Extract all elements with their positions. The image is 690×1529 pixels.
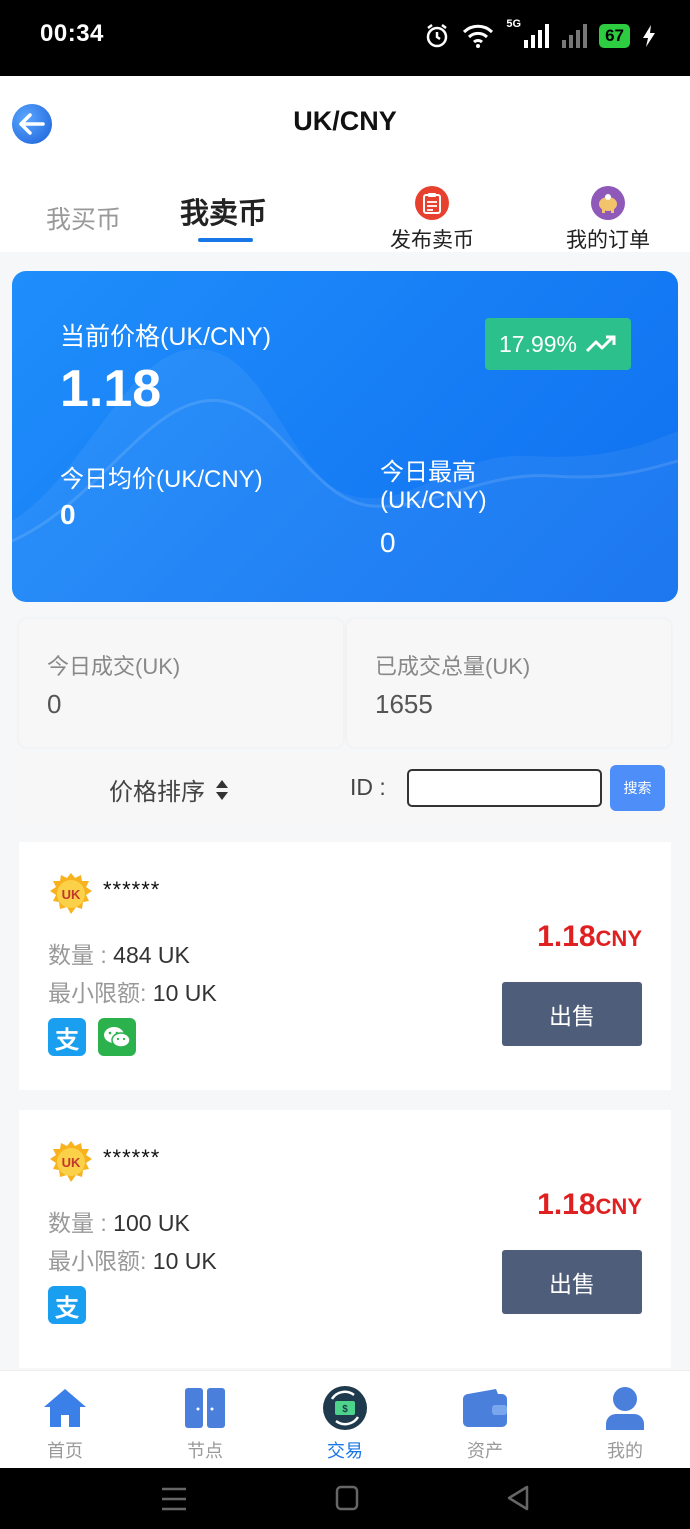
avg-price-label: 今日均价(UK/CNY)	[60, 466, 263, 493]
payment-methods: 支	[48, 1286, 86, 1324]
min-limit-value: 10 UK	[152, 1248, 217, 1274]
nav-asset-label: 资产	[467, 1441, 503, 1461]
id-label: ID :	[350, 774, 386, 800]
today-volume-value: 0	[47, 689, 62, 719]
uk-coin-logo: UK	[50, 1141, 92, 1182]
home-square-icon[interactable]	[335, 1485, 359, 1511]
current-price-label: 当前价格(UK/CNY)	[60, 323, 272, 351]
nav-asset[interactable]: 资产	[435, 1385, 535, 1463]
nav-node-label: 节点	[187, 1441, 223, 1461]
quantity-label: 数量 :	[48, 1210, 114, 1236]
min-limit-label: 最小限额:	[48, 980, 153, 1006]
sell-button[interactable]: 出售	[502, 982, 642, 1046]
status-time: 00:34	[40, 20, 104, 47]
nav-mine-label: 我的	[607, 1441, 643, 1461]
price-sort-label: 价格排序	[109, 779, 205, 806]
user-icon	[575, 1385, 675, 1431]
price-sort-button[interactable]: 价格排序	[109, 772, 229, 807]
filter-row: 价格排序 ID : 搜索	[19, 752, 671, 824]
wechat-icon	[98, 1018, 136, 1056]
uk-coin-logo: UK	[50, 873, 92, 914]
signal-icon-2	[562, 24, 588, 48]
publish-sell-label: 发布卖币	[390, 229, 474, 252]
high-price-value: 0	[380, 527, 396, 558]
system-nav-bar	[0, 1468, 690, 1529]
price-change-value: 17.99%	[498, 330, 577, 357]
id-search-input[interactable]	[407, 769, 602, 807]
alarm-icon	[427, 24, 448, 48]
active-tab-indicator	[198, 238, 253, 242]
alipay-icon: 支	[48, 1286, 86, 1324]
my-orders-button[interactable]: 我的订单	[556, 186, 660, 254]
avg-price-value: 0	[60, 499, 76, 530]
menu-icon[interactable]	[160, 1486, 188, 1512]
current-price-value: 1.18	[60, 360, 162, 418]
bottom-nav: 首页 节点 $ 交易 资产 我的	[0, 1370, 690, 1468]
search-button[interactable]: 搜索	[610, 765, 665, 811]
trade-icon: $	[295, 1385, 395, 1431]
min-limit-value: 10 UK	[152, 980, 217, 1006]
listing-item: UK ****** 数量 : 100 UK 最小限额: 10 UK 支 1.18…	[19, 1110, 671, 1368]
unit-price-value: 1.18	[537, 920, 596, 953]
svg-text:$: $	[342, 1404, 348, 1415]
alipay-icon: 支	[48, 1018, 86, 1056]
sort-icon	[216, 779, 228, 800]
back-triangle-icon[interactable]	[506, 1485, 530, 1511]
quantity-label: 数量 :	[48, 942, 114, 968]
nav-trade[interactable]: $ 交易	[295, 1385, 395, 1463]
unit-price-currency: CNY	[595, 926, 642, 951]
trend-up-icon	[585, 335, 616, 353]
charging-icon	[643, 25, 655, 47]
battery-level: 67	[599, 24, 630, 48]
quantity-value: 100 UK	[113, 1210, 190, 1236]
quantity: 数量 : 100 UK	[48, 1204, 190, 1238]
nav-home[interactable]: 首页	[15, 1385, 115, 1463]
status-bar: 00:34 5G 67	[0, 0, 690, 76]
payment-methods: 支	[48, 1018, 136, 1056]
min-limit: 最小限额: 10 UK	[48, 974, 217, 1008]
sell-button[interactable]: 出售	[502, 1250, 642, 1314]
price-card: 当前价格(UK/CNY) 1.18 17.99% 今日均价(UK/CNY) 0 …	[12, 271, 678, 602]
nav-node[interactable]: 节点	[155, 1385, 255, 1463]
unit-price: 1.18CNY	[537, 920, 642, 954]
signal-icon	[524, 24, 550, 48]
high-price-label: 今日最高(UK/CNY)	[380, 459, 487, 514]
seller-name: ******	[103, 877, 161, 902]
seller-name: ******	[103, 1145, 161, 1170]
nav-trade-label: 交易	[327, 1441, 363, 1461]
today-volume-label: 今日成交(UK)	[47, 654, 181, 679]
tab-buy[interactable]: 我买币	[46, 200, 121, 236]
home-icon	[15, 1385, 115, 1431]
unit-price: 1.18CNY	[537, 1188, 642, 1222]
quantity: 数量 : 484 UK	[48, 936, 190, 970]
wallet-icon	[435, 1385, 535, 1431]
network-label: 5G	[506, 18, 522, 30]
page-title: UK/CNY	[293, 106, 397, 136]
clipboard-icon	[415, 186, 449, 220]
wifi-icon	[463, 24, 494, 48]
min-limit: 最小限额: 10 UK	[48, 1242, 217, 1276]
uk-logo-text: UK	[62, 887, 81, 902]
unit-price-currency: CNY	[595, 1194, 642, 1219]
my-orders-label: 我的订单	[566, 229, 650, 252]
total-volume-label: 已成交总量(UK)	[375, 654, 531, 679]
piggy-bank-icon	[591, 186, 625, 220]
publish-sell-button[interactable]: 发布卖币	[380, 186, 484, 254]
price-change-badge: 17.99%	[485, 318, 631, 370]
listing-item: UK ****** 数量 : 484 UK 最小限额: 10 UK 支 1.18…	[19, 842, 671, 1090]
min-limit-label: 最小限额:	[48, 1248, 153, 1274]
uk-logo-text: UK	[62, 1155, 81, 1170]
quantity-value: 484 UK	[113, 942, 190, 968]
unit-price-value: 1.18	[537, 1188, 596, 1221]
node-icon	[155, 1385, 255, 1431]
nav-home-label: 首页	[47, 1441, 83, 1461]
nav-mine[interactable]: 我的	[575, 1385, 675, 1463]
status-icons: 5G 67	[424, 18, 656, 54]
tab-sell[interactable]: 我卖币	[180, 190, 267, 232]
today-volume-box: 今日成交(UK) 0	[19, 619, 343, 747]
total-volume-box: 已成交总量(UK) 1655	[347, 619, 671, 747]
total-volume-value: 1655	[375, 689, 433, 719]
